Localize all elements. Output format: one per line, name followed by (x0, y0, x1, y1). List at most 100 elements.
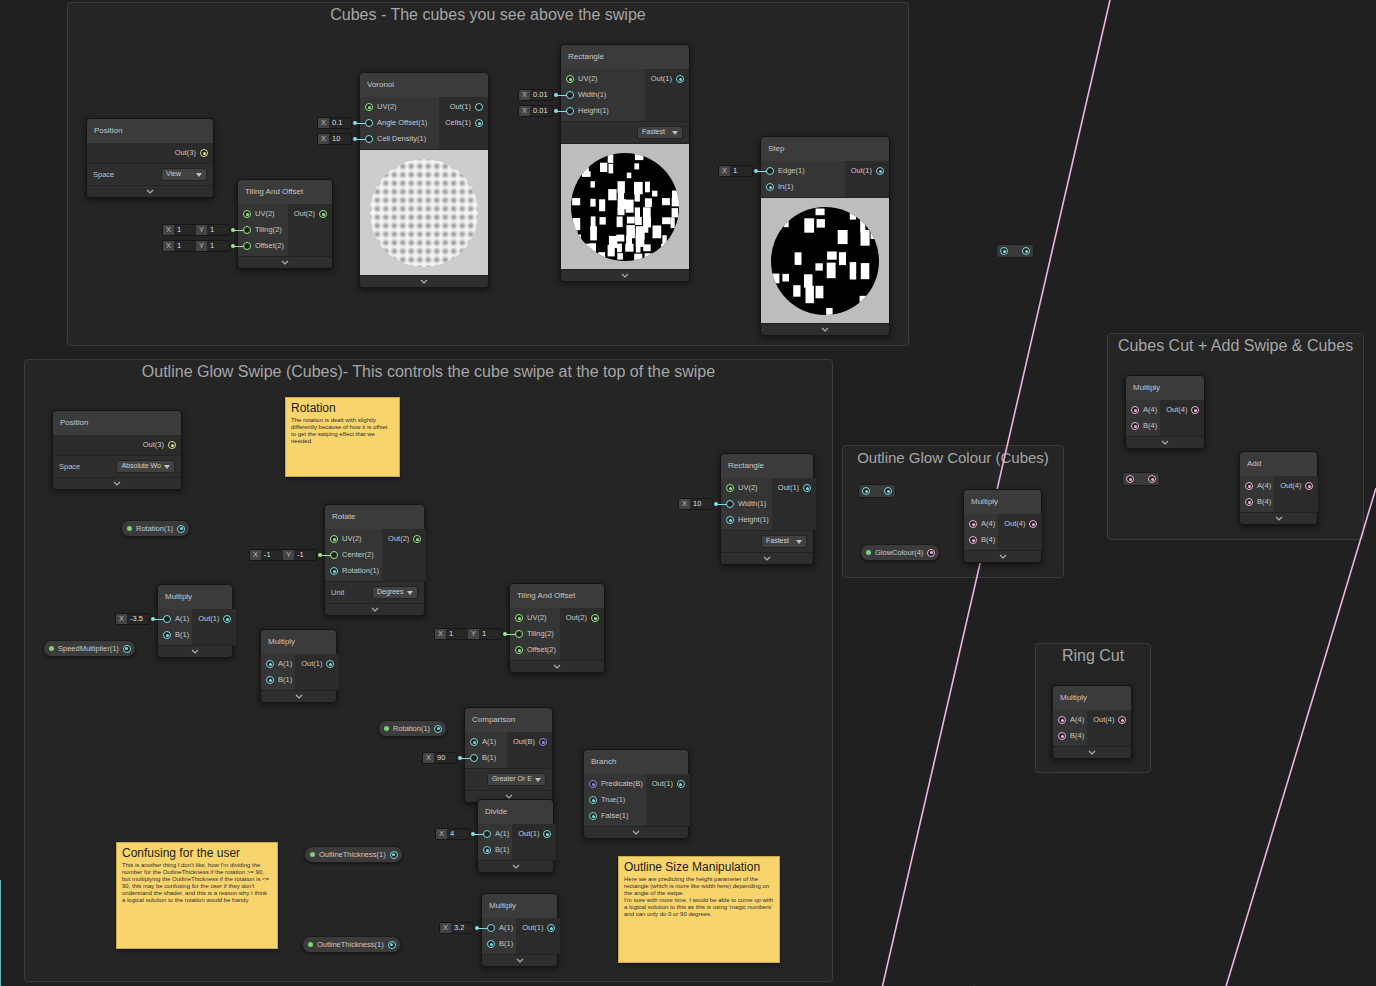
chevron-icon[interactable] (1161, 440, 1169, 445)
chevron-icon[interactable] (763, 556, 771, 561)
field-value[interactable]: 10 (690, 499, 712, 509)
port-dot[interactable] (539, 738, 547, 746)
input-port[interactable]: Angle Offset(1)X0.1 (360, 115, 439, 131)
output-port[interactable]: Cells(1) (439, 115, 488, 131)
input-port[interactable]: Offset(2)X1Y1 (238, 238, 288, 254)
input-port[interactable]: Center(2)X-1Y-1 (325, 547, 382, 563)
input-port[interactable]: Tiling(2)X1Y1 (510, 626, 560, 642)
input-port[interactable]: UV(2) (325, 531, 382, 547)
port-dot[interactable] (487, 924, 495, 932)
chevron-icon[interactable] (821, 327, 829, 332)
input-port[interactable]: Tiling(2)X1Y1 (238, 222, 288, 238)
port-dot[interactable] (676, 75, 684, 83)
port-dot[interactable] (515, 630, 523, 638)
port-dot[interactable] (547, 924, 555, 932)
input-port[interactable]: Rotation(1) (325, 563, 382, 579)
output-port[interactable]: Out(1) (192, 611, 236, 627)
chevron-icon[interactable] (191, 649, 199, 654)
port-dot[interactable] (1118, 716, 1126, 724)
port-dot[interactable] (223, 615, 231, 623)
shader-node[interactable]: AddA(4)B(4)Out(4) (1239, 451, 1318, 525)
property-node[interactable]: Rotation(1) (378, 720, 447, 737)
field-value[interactable]: 1 (174, 225, 196, 235)
chevron-icon[interactable] (1275, 516, 1283, 521)
dropdown[interactable]: Degrees (372, 586, 418, 599)
output-port[interactable]: Out(1) (845, 163, 889, 179)
input-port[interactable]: A(4) (1126, 402, 1160, 418)
input-port[interactable]: A(1) (261, 656, 295, 672)
chevron-icon[interactable] (146, 189, 154, 194)
port-dot[interactable] (123, 645, 131, 653)
input-field[interactable]: X0.01 (518, 89, 553, 101)
chevron-icon[interactable] (420, 279, 428, 284)
output-port[interactable]: Out(1) (444, 99, 488, 115)
port-dot[interactable] (163, 631, 171, 639)
shader-node[interactable]: MultiplyA(4)B(4)Out(4) (1052, 685, 1132, 759)
redirect-node[interactable] (996, 244, 1034, 258)
port-dot[interactable] (589, 812, 597, 820)
shader-node[interactable]: DivideA(1)X4B(1)Out(1) (477, 799, 554, 873)
output-port[interactable]: Out(2) (560, 610, 604, 626)
shader-node[interactable]: MultiplyA(4)B(4)Out(4) (1125, 375, 1205, 449)
port-dot[interactable] (483, 830, 491, 838)
shader-node[interactable]: RectangleUV(2)Width(1)X0.01Height(1)X0.0… (560, 44, 690, 282)
dropdown[interactable]: Fastest (637, 126, 683, 139)
port-dot[interactable] (330, 567, 338, 575)
shader-node[interactable]: RotateUV(2)Center(2)X-1Y-1Rotation(1)Out… (324, 504, 425, 616)
input-field[interactable]: X10 (678, 498, 713, 510)
port-dot[interactable] (475, 103, 483, 111)
shader-node[interactable]: Tiling And OffsetUV(2)Tiling(2)X1Y1Offse… (509, 583, 605, 673)
port-dot[interactable] (243, 242, 251, 250)
input-port[interactable]: Height(1)X0.01 (561, 103, 645, 119)
input-port[interactable]: UV(2) (238, 206, 288, 222)
port-dot[interactable] (390, 851, 398, 859)
shader-node[interactable]: MultiplyA(1)X-3.5B(1)Out(1) (157, 584, 233, 658)
port-dot[interactable] (927, 549, 935, 557)
input-port[interactable]: Edge(1)X1 (761, 163, 845, 179)
output-port[interactable]: Out(3) (137, 437, 181, 453)
chevron-icon[interactable] (281, 260, 289, 265)
field-value[interactable]: 90 (434, 753, 456, 763)
dropdown[interactable]: Greater Or E (487, 773, 546, 786)
input-port[interactable]: B(1) (482, 936, 516, 952)
chevron-icon[interactable] (999, 554, 1007, 559)
input-field[interactable]: X1Y1 (162, 240, 230, 252)
input-port[interactable]: False(1) (584, 808, 646, 824)
redirect-node[interactable] (858, 484, 896, 498)
wire[interactable] (43, 488, 1376, 986)
chevron-icon[interactable] (512, 864, 520, 869)
port-dot[interactable] (330, 535, 338, 543)
sticky-note[interactable]: Confusing for the userThis is another th… (116, 842, 278, 949)
port-dot[interactable] (388, 941, 396, 949)
field-value[interactable]: 0.1 (329, 118, 351, 128)
field-value[interactable]: 1 (730, 166, 752, 176)
port-dot[interactable] (1245, 482, 1253, 490)
input-port[interactable]: Predicate(B) (584, 776, 646, 792)
output-port[interactable]: Out(4) (998, 516, 1042, 532)
property-node[interactable]: GlowColour(4) (860, 544, 940, 561)
port-dot[interactable] (1058, 716, 1066, 724)
field-value[interactable]: 1 (174, 241, 196, 251)
input-field[interactable]: X4 (435, 828, 470, 840)
output-port[interactable]: Out(2) (382, 531, 426, 547)
output-port[interactable]: Out(4) (1087, 712, 1131, 728)
shader-node[interactable]: RectangleUV(2)Width(1)X10Height(1)Out(1)… (720, 453, 814, 565)
port-dot[interactable] (1191, 406, 1199, 414)
port-dot[interactable] (766, 167, 774, 175)
chevron-icon[interactable] (632, 830, 640, 835)
property-node[interactable]: OutlineThickness(1) (302, 936, 401, 953)
input-port[interactable]: B(4) (964, 532, 998, 548)
chevron-icon[interactable] (113, 481, 121, 486)
chevron-icon[interactable] (371, 607, 379, 612)
input-field[interactable]: X-3.5 (115, 613, 150, 625)
port-dot[interactable] (1245, 498, 1253, 506)
chevron-icon[interactable] (621, 273, 629, 278)
output-port[interactable]: Out(3) (169, 145, 213, 161)
input-port[interactable]: B(1) (478, 842, 512, 858)
input-field[interactable]: X-1Y-1 (249, 549, 317, 561)
field-value[interactable]: 0.01 (530, 106, 552, 116)
port-dot[interactable] (589, 796, 597, 804)
input-port[interactable]: Width(1)X10 (721, 496, 772, 512)
input-field[interactable]: X0.1 (317, 117, 352, 129)
field-value[interactable]: 1 (446, 629, 468, 639)
